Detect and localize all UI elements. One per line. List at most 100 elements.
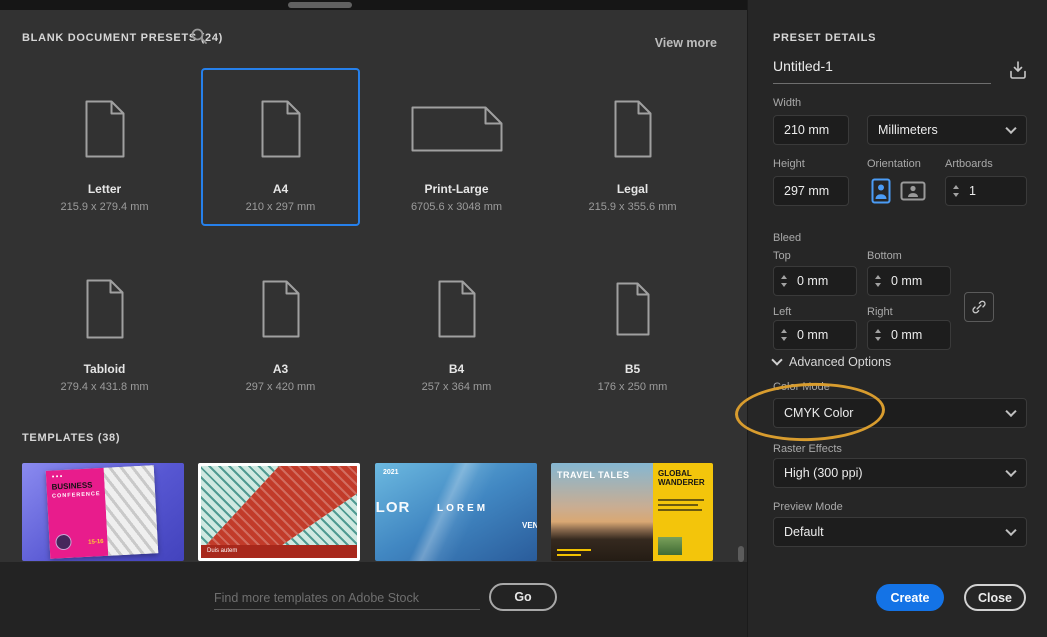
- color-mode-dropdown[interactable]: CMYK Color: [773, 398, 1027, 428]
- chevron-down-icon: [771, 354, 782, 365]
- bleed-left-stepper[interactable]: 0 mm: [773, 320, 857, 350]
- increment-icon: [875, 329, 881, 333]
- raster-effects-dropdown[interactable]: High (300 ppi): [773, 458, 1027, 488]
- bleed-bottom-stepper[interactable]: 0 mm: [867, 266, 951, 296]
- template-thumb-business-conference[interactable]: BUSINESS CONFERENCE 15-16: [22, 463, 184, 561]
- preset-dimensions: 215.9 x 279.4 mm: [60, 201, 148, 213]
- stock-search-input[interactable]: [214, 586, 480, 610]
- link-bleed-values-button[interactable]: [964, 292, 994, 322]
- view-more-link[interactable]: View more: [655, 36, 717, 50]
- portrait-page-icon: [83, 278, 127, 340]
- landscape-page-icon: [411, 98, 503, 160]
- template-thumb-pattern-poster[interactable]: Duis autem: [198, 463, 360, 561]
- preset-tile-letter[interactable]: Letter 215.9 x 279.4 mm: [25, 68, 184, 226]
- chain-link-icon: [970, 298, 988, 316]
- poster-3d-letters: [104, 465, 159, 555]
- decrement-icon: [875, 283, 881, 287]
- units-value: Millimeters: [878, 123, 938, 137]
- preset-tile-tabloid[interactable]: Tabloid 279.4 x 431.8 mm: [25, 248, 184, 406]
- template-thumb-gradient-poster[interactable]: 2021 OLOR LOREM VEN: [375, 463, 537, 561]
- orientation-label: Orientation: [867, 158, 921, 170]
- bleed-left-label: Left: [773, 306, 791, 318]
- horizontal-scrollbar: [0, 0, 747, 10]
- preset-dimensions: 297 x 420 mm: [246, 381, 316, 393]
- width-input[interactable]: 210 mm: [773, 115, 849, 145]
- increment-icon: [875, 275, 881, 279]
- portrait-orientation-icon: [871, 178, 891, 204]
- orientation-portrait-button[interactable]: [867, 176, 895, 206]
- portrait-page-icon: [259, 278, 303, 340]
- bleed-top-value: 0 mm: [797, 274, 828, 288]
- travel-mini-photo: [658, 537, 682, 555]
- bleed-right-stepper[interactable]: 0 mm: [867, 320, 951, 350]
- template-thumb-travel-magazine[interactable]: TRAVEL TALES GLOBAL WANDERER: [551, 463, 713, 561]
- preview-mode-value: Default: [784, 525, 824, 539]
- stepper-arrows[interactable]: [875, 329, 881, 341]
- preview-mode-label: Preview Mode: [773, 501, 843, 513]
- vertical-scrollbar-thumb[interactable]: [738, 546, 744, 562]
- preset-dimensions: 215.9 x 355.6 mm: [588, 201, 676, 213]
- preset-name: A3: [273, 362, 288, 376]
- portrait-page-icon: [258, 98, 304, 160]
- save-preset-button[interactable]: [1004, 56, 1032, 84]
- pattern-teal-field: Duis autem: [201, 466, 357, 558]
- increment-icon: [781, 329, 787, 333]
- height-input[interactable]: 297 mm: [773, 176, 849, 206]
- preset-dimensions: 257 x 364 mm: [422, 381, 492, 393]
- preset-tile-b5[interactable]: B5 176 x 250 mm: [553, 248, 712, 406]
- document-name-field[interactable]: Untitled-1: [773, 58, 991, 84]
- pattern-caption: Duis autem: [201, 545, 357, 558]
- stepper-arrows[interactable]: [953, 185, 959, 197]
- bleed-top-stepper[interactable]: 0 mm: [773, 266, 857, 296]
- color-mode-label: Color Mode: [773, 381, 830, 393]
- width-label: Width: [773, 97, 801, 109]
- travel-text-bar: [658, 504, 698, 506]
- new-document-dialog: BLANK DOCUMENT PRESETS (24) View more Le…: [0, 0, 1047, 637]
- preset-tile-b4[interactable]: B4 257 x 364 mm: [377, 248, 536, 406]
- download-icon: [1007, 59, 1029, 81]
- preset-tile-a3[interactable]: A3 297 x 420 mm: [201, 248, 360, 406]
- portrait-page-icon: [613, 278, 653, 340]
- poster-magenta-panel: BUSINESS CONFERENCE 15-16: [46, 468, 109, 559]
- preset-dimensions: 279.4 x 431.8 mm: [60, 381, 148, 393]
- preset-dimensions: 210 x 297 mm: [246, 201, 316, 213]
- poster-dates: 15-16: [88, 539, 104, 546]
- chevron-down-icon: [1005, 466, 1016, 477]
- artboards-stepper[interactable]: 1: [945, 176, 1027, 206]
- raster-effects-value: High (300 ppi): [784, 466, 863, 480]
- gradient-year: 2021: [383, 469, 399, 476]
- travel-caption-bar: [557, 554, 581, 556]
- preset-details-panel: PRESET DETAILS Untitled-1 Width 210 mm M…: [747, 0, 1047, 637]
- gradient-partial-left-text: OLOR: [375, 499, 410, 516]
- templates-header: TEMPLATES (38): [22, 432, 120, 444]
- height-label: Height: [773, 158, 805, 170]
- color-mode-value: CMYK Color: [784, 406, 853, 420]
- preset-tile-print-large[interactable]: Print-Large 6705.6 x 3048 mm: [377, 68, 536, 226]
- portrait-page-icon: [82, 98, 128, 160]
- go-button[interactable]: Go: [489, 583, 557, 611]
- units-dropdown[interactable]: Millimeters: [867, 115, 1027, 145]
- chevron-down-icon: [1005, 406, 1016, 417]
- bleed-bottom-label: Bottom: [867, 250, 902, 262]
- bleed-left-value: 0 mm: [797, 328, 828, 342]
- artboards-value: 1: [969, 184, 976, 198]
- stepper-arrows[interactable]: [781, 329, 787, 341]
- decrement-icon: [781, 283, 787, 287]
- preset-tile-a4-selected[interactable]: A4 210 x 297 mm: [201, 68, 360, 226]
- travel-text-bar: [658, 509, 702, 511]
- create-button[interactable]: Create: [876, 584, 944, 611]
- close-button[interactable]: Close: [964, 584, 1026, 611]
- preset-tile-legal[interactable]: Legal 215.9 x 355.6 mm: [553, 68, 712, 226]
- stepper-arrows[interactable]: [875, 275, 881, 287]
- gradient-title: LOREM: [437, 503, 488, 514]
- bleed-right-label: Right: [867, 306, 893, 318]
- stepper-arrows[interactable]: [781, 275, 787, 287]
- bleed-label: Bleed: [773, 232, 801, 244]
- advanced-options-toggle[interactable]: Advanced Options: [773, 355, 891, 369]
- horizontal-scrollbar-thumb[interactable]: [288, 2, 352, 8]
- orientation-landscape-button[interactable]: [899, 176, 927, 206]
- preview-mode-dropdown[interactable]: Default: [773, 517, 1027, 547]
- preset-name: Letter: [88, 182, 121, 196]
- increment-icon: [953, 185, 959, 189]
- preset-dimensions: 176 x 250 mm: [598, 381, 668, 393]
